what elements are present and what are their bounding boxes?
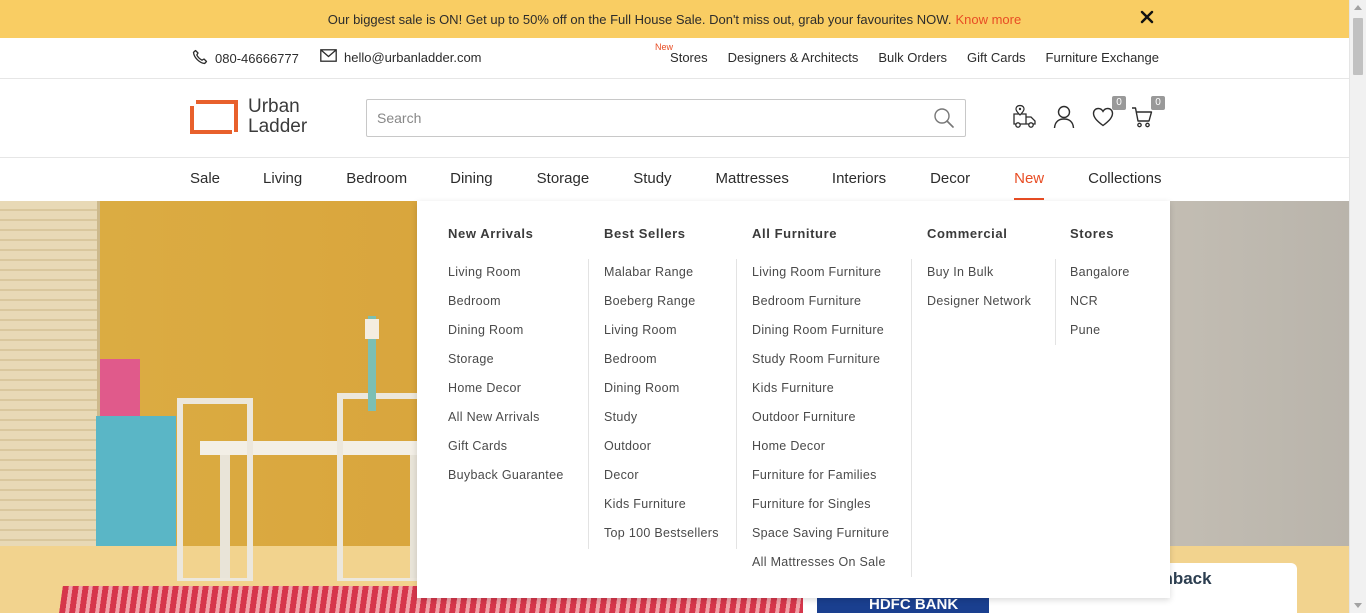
promo-message: Our biggest sale is ON! Get up to 50% of… [327, 11, 952, 27]
menu-item[interactable]: Furniture for Families [752, 468, 889, 497]
menu-item[interactable]: Study Room Furniture [752, 352, 889, 381]
track-order-icon[interactable] [1010, 102, 1040, 132]
menu-item[interactable]: Dining Room [448, 323, 564, 352]
main-header: Urban Ladder 0 0 [0, 79, 1349, 158]
menu-item[interactable]: Storage [448, 352, 564, 381]
nav-study[interactable]: Study [633, 170, 671, 187]
page-scrollbar[interactable] [1349, 0, 1366, 613]
category-nav: Sale Living Bedroom Dining Storage Study… [0, 158, 1349, 201]
mega-menu: New Arrivals Living Room Bedroom Dining … [417, 201, 1170, 598]
menu-column-title: Commercial [927, 226, 1008, 241]
nav-new[interactable]: New [1014, 170, 1045, 200]
toplink-furniture-exchange[interactable]: Furniture Exchange [1046, 50, 1159, 65]
logo-line1: Urban [248, 96, 300, 117]
phone-contact[interactable]: 080-46666777 [192, 49, 299, 68]
menu-column-title: New Arrivals [448, 226, 534, 241]
menu-item[interactable]: Furniture for Singles [752, 497, 889, 526]
menu-item[interactable]: Bedroom [604, 352, 719, 381]
menu-item[interactable]: Living Room [448, 265, 564, 294]
wishlist-count: 0 [1112, 96, 1126, 110]
scroll-down-icon[interactable] [1354, 603, 1362, 608]
menu-item[interactable]: Top 100 Bestsellers [604, 526, 719, 555]
mail-icon [320, 49, 344, 65]
menu-column-title: Stores [1070, 226, 1115, 241]
menu-item[interactable]: Boeberg Range [604, 294, 719, 323]
menu-item[interactable]: Dining Room [604, 381, 719, 410]
menu-item[interactable]: Buy In Bulk [927, 265, 1031, 294]
menu-column-title: All Furniture [752, 226, 838, 241]
phone-icon [192, 49, 215, 68]
menu-item[interactable]: Home Decor [448, 381, 564, 410]
nav-sale[interactable]: Sale [190, 170, 220, 187]
menu-item[interactable]: All New Arrivals [448, 410, 564, 439]
menu-column-title: Best Sellers [604, 226, 686, 241]
nav-mattresses[interactable]: Mattresses [716, 170, 789, 187]
toplink-designers[interactable]: Designers & Architects [728, 50, 859, 65]
search-input[interactable] [367, 101, 929, 135]
logo-line2: Ladder [248, 116, 308, 137]
close-icon[interactable] [1139, 9, 1155, 25]
nav-bedroom[interactable]: Bedroom [346, 170, 407, 187]
page: Our biggest sale is ON! Get up to 50% of… [0, 0, 1366, 613]
menu-item[interactable]: Home Decor [752, 439, 889, 468]
menu-item[interactable]: Bedroom Furniture [752, 294, 889, 323]
nav-dining[interactable]: Dining [450, 170, 493, 187]
menu-item[interactable]: Living Room [604, 323, 719, 352]
cart-count: 0 [1151, 96, 1165, 110]
menu-item[interactable]: All Mattresses On Sale [752, 555, 889, 584]
menu-item[interactable]: Designer Network [927, 294, 1031, 323]
menu-item[interactable]: Malabar Range [604, 265, 719, 294]
toplink-stores[interactable]: New Stores [655, 42, 708, 65]
promo-banner: Our biggest sale is ON! Get up to 50% of… [0, 0, 1349, 38]
menu-item[interactable]: Space Saving Furniture [752, 526, 889, 555]
wishlist-icon[interactable]: 0 [1088, 96, 1126, 132]
menu-item[interactable]: Bangalore [1070, 265, 1130, 294]
top-links: New Stores Designers & Architects Bulk O… [655, 42, 1159, 65]
menu-item[interactable]: Dining Room Furniture [752, 323, 889, 352]
scroll-up-icon[interactable] [1354, 5, 1362, 10]
email-contact[interactable]: hello@urbanladder.com [320, 49, 482, 65]
hero-dining-set [177, 316, 440, 581]
menu-item[interactable]: Outdoor Furniture [752, 410, 889, 439]
menu-item[interactable]: Outdoor [604, 439, 719, 468]
cart-icon[interactable]: 0 [1127, 96, 1165, 132]
menu-divider [588, 259, 589, 549]
nav-storage[interactable]: Storage [537, 170, 590, 187]
logo-icon [190, 99, 238, 135]
phone-number: 080-46666777 [215, 51, 299, 66]
menu-item[interactable]: Buyback Guarantee [448, 468, 564, 497]
menu-divider [911, 259, 912, 577]
menu-item[interactable]: Kids Furniture [752, 381, 889, 410]
menu-divider [1055, 259, 1056, 345]
toplink-label: Stores [670, 50, 708, 65]
top-bar: 080-46666777 hello@urbanladder.com New S… [0, 38, 1349, 79]
toplink-bulk-orders[interactable]: Bulk Orders [878, 50, 947, 65]
menu-item[interactable]: Bedroom [448, 294, 564, 323]
scroll-thumb[interactable] [1353, 18, 1363, 75]
search-box [366, 99, 966, 137]
menu-item[interactable]: NCR [1070, 294, 1130, 323]
menu-item[interactable]: Kids Furniture [604, 497, 719, 526]
menu-item[interactable]: Decor [604, 468, 719, 497]
search-icon[interactable] [929, 103, 959, 133]
menu-item[interactable]: Living Room Furniture [752, 265, 889, 294]
menu-item[interactable]: Study [604, 410, 719, 439]
know-more-link[interactable]: Know more [955, 12, 1021, 27]
toplink-gift-cards[interactable]: Gift Cards [967, 50, 1026, 65]
logo-text: Urban Ladder [248, 97, 307, 137]
menu-item[interactable]: Gift Cards [448, 439, 564, 468]
nav-interiors[interactable]: Interiors [832, 170, 886, 187]
profile-icon[interactable] [1049, 102, 1079, 132]
header-icons: 0 0 [1010, 96, 1166, 132]
email-address: hello@urbanladder.com [344, 49, 482, 65]
hero-cabinet [0, 201, 100, 546]
nav-collections[interactable]: Collections [1088, 170, 1161, 187]
logo[interactable]: Urban Ladder [190, 97, 307, 137]
nav-decor[interactable]: Decor [930, 170, 970, 187]
menu-divider [736, 259, 737, 549]
menu-item[interactable]: Pune [1070, 323, 1130, 352]
nav-living[interactable]: Living [263, 170, 302, 187]
